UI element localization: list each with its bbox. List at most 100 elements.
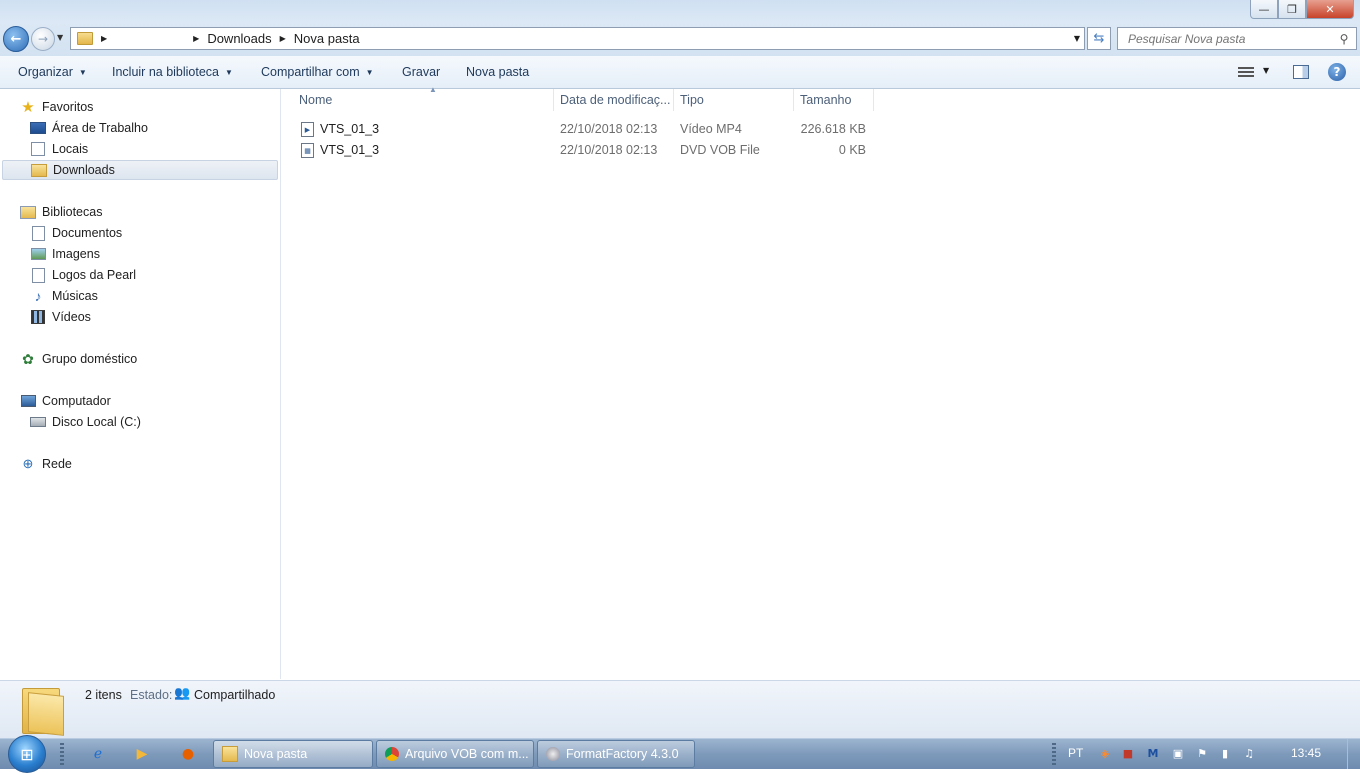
change-view-icon[interactable] [1238, 66, 1254, 78]
breadcrumb-downloads[interactable]: Downloads [207, 31, 271, 46]
refresh-icon: ⇆ [1093, 31, 1105, 46]
task-formatfactory[interactable]: FormatFactory 4.3.0 [537, 740, 695, 768]
restore-button[interactable]: ❐ [1278, 0, 1306, 19]
minimize-button[interactable]: — [1250, 0, 1278, 19]
nav-music-label: Músicas [52, 289, 98, 303]
start-button[interactable]: ⊞ [8, 735, 46, 773]
nav-places[interactable]: Locais [30, 139, 88, 159]
column-header-type[interactable]: Tipo [674, 89, 794, 111]
forward-arrow-icon: → [37, 32, 49, 46]
malwarebytes-icon[interactable]: M [1147, 747, 1159, 760]
media-player-icon[interactable]: ▶ [132, 744, 152, 764]
nav-local-disk[interactable]: Disco Local (C:) [30, 412, 141, 432]
forward-button[interactable]: → [31, 27, 55, 51]
breadcrumb-nova-pasta[interactable]: Nova pasta [294, 31, 360, 46]
volume-icon[interactable]: ♫ [1243, 747, 1255, 760]
window-controls: — ❐ ✕ [1250, 0, 1354, 19]
task-chrome[interactable]: Arquivo VOB com m... [376, 740, 534, 768]
file-row[interactable]: ▦ VTS_01_3 22/10/2018 02:13 DVD VOB File… [281, 140, 881, 160]
security-tray-icon[interactable]: ■ [1122, 747, 1134, 760]
file-row[interactable]: ▶ VTS_01_3 22/10/2018 02:13 Vídeo MP4 22… [281, 119, 881, 139]
taskbar-grip[interactable] [60, 743, 64, 765]
clock[interactable]: 13:45 [1291, 746, 1321, 760]
nav-computer[interactable]: Computador [20, 391, 111, 411]
recent-pages-dropdown[interactable]: ▼ [57, 33, 63, 42]
network-icon: ⊕ [22, 456, 34, 471]
places-icon [30, 142, 46, 156]
app-tray-icon[interactable]: ◈ [1099, 747, 1111, 760]
nav-homegroup[interactable]: ✿ Grupo doméstico [20, 349, 137, 369]
firefox-icon[interactable]: ● [178, 744, 198, 764]
formatfactory-icon [546, 747, 560, 761]
nav-computer-label: Computador [42, 394, 111, 408]
network-signal-icon[interactable]: ▮ [1219, 747, 1231, 760]
task-label: Arquivo VOB com m... [405, 747, 529, 761]
task-nova-pasta[interactable]: Nova pasta [213, 740, 373, 768]
help-icon[interactable]: ? [1328, 63, 1346, 81]
back-button[interactable]: ← [3, 26, 29, 52]
nav-videos[interactable]: Vídeos [30, 307, 91, 327]
search-box[interactable]: ⚲ [1117, 27, 1357, 50]
nav-desktop-label: Área de Trabalho [52, 121, 148, 135]
nav-documents-label: Documentos [52, 226, 123, 240]
internet-explorer-icon[interactable]: ℯ [88, 744, 108, 764]
navigation-pane[interactable]: ★ Favoritos Área de Trabalho Locais Downl… [0, 89, 281, 679]
action-center-flag-icon[interactable]: ⚑ [1196, 747, 1208, 760]
nav-downloads[interactable]: Downloads [2, 160, 278, 180]
item-count: 2 itens [85, 688, 122, 702]
nav-images[interactable]: Imagens [30, 244, 100, 264]
language-indicator[interactable]: PT [1068, 746, 1083, 760]
nav-favorites[interactable]: ★ Favoritos [20, 97, 93, 117]
nav-network[interactable]: ⊕ Rede [20, 454, 72, 474]
nav-pearl-logos-label: Logos da Pearl [52, 268, 137, 282]
shared-users-icon: 👥 [174, 686, 191, 701]
folder-icon [222, 746, 238, 762]
share-with-menu[interactable]: Compartilhar com ▼ [261, 65, 374, 79]
task-label: FormatFactory 4.3.0 [566, 747, 679, 761]
file-list[interactable]: ▲ Nome Data de modificaç... Tipo Tamanho… [281, 85, 1360, 679]
nav-libraries[interactable]: Bibliotecas [20, 202, 102, 222]
folder-icon [31, 163, 47, 177]
chevron-right-icon[interactable]: ▶ [101, 34, 107, 43]
column-header-size[interactable]: Tamanho [794, 89, 874, 111]
chevron-right-icon[interactable]: ▶ [193, 34, 199, 43]
address-bar[interactable]: ▶ ▶ Downloads ▶ Nova pasta ▼ [70, 27, 1085, 50]
column-date-label: Data de modificaç... [560, 93, 671, 107]
view-options-dropdown-icon[interactable]: ▼ [1263, 66, 1269, 75]
file-type: Vídeo MP4 [680, 122, 742, 136]
show-desktop-button[interactable] [1347, 739, 1360, 769]
tray-grip[interactable] [1052, 743, 1056, 765]
chevron-right-icon[interactable]: ▶ [280, 34, 286, 43]
file-name: VTS_01_3 [320, 122, 380, 136]
address-dropdown-icon[interactable]: ▼ [1074, 34, 1080, 43]
nav-desktop[interactable]: Área de Trabalho [30, 118, 148, 138]
column-size-label: Tamanho [800, 93, 852, 107]
task-label: Nova pasta [244, 747, 308, 761]
organize-menu[interactable]: Organizar ▼ [18, 65, 87, 79]
refresh-button[interactable]: ⇆ [1087, 27, 1111, 50]
close-button[interactable]: ✕ [1306, 0, 1354, 19]
include-library-menu[interactable]: Incluir na biblioteca ▼ [112, 65, 233, 79]
column-header-name[interactable]: ▲ Nome [291, 85, 554, 111]
file-size: 0 KB [838, 143, 866, 157]
burn-button[interactable]: Gravar [402, 65, 440, 79]
film-icon [30, 310, 46, 324]
state-label: Estado: [130, 688, 173, 702]
new-folder-button[interactable]: Nova pasta [466, 65, 529, 79]
search-icon[interactable]: ⚲ [1336, 32, 1352, 46]
nav-network-label: Rede [42, 457, 72, 471]
preview-pane-icon[interactable] [1293, 65, 1309, 79]
windows-logo-icon: ⊞ [20, 744, 34, 764]
nav-documents[interactable]: Documentos [30, 223, 122, 243]
nav-downloads-label: Downloads [53, 163, 115, 177]
title-bar: — ❐ ✕ ← → ▼ ▶ ▶ Downloads ▶ Nova pasta ▼… [0, 0, 1360, 56]
device-tray-icon[interactable]: ▣ [1172, 747, 1184, 760]
state-value: Compartilhado [194, 688, 276, 702]
column-header-date[interactable]: Data de modificaç... [554, 89, 674, 111]
search-input[interactable] [1126, 30, 1336, 47]
nav-libraries-label: Bibliotecas [42, 205, 103, 219]
organize-label: Organizar [18, 65, 73, 79]
nav-music[interactable]: ♪ Músicas [30, 286, 98, 306]
nav-pearl-logos[interactable]: Logos da Pearl [30, 265, 136, 285]
video-file-icon: ▶ [301, 122, 314, 137]
